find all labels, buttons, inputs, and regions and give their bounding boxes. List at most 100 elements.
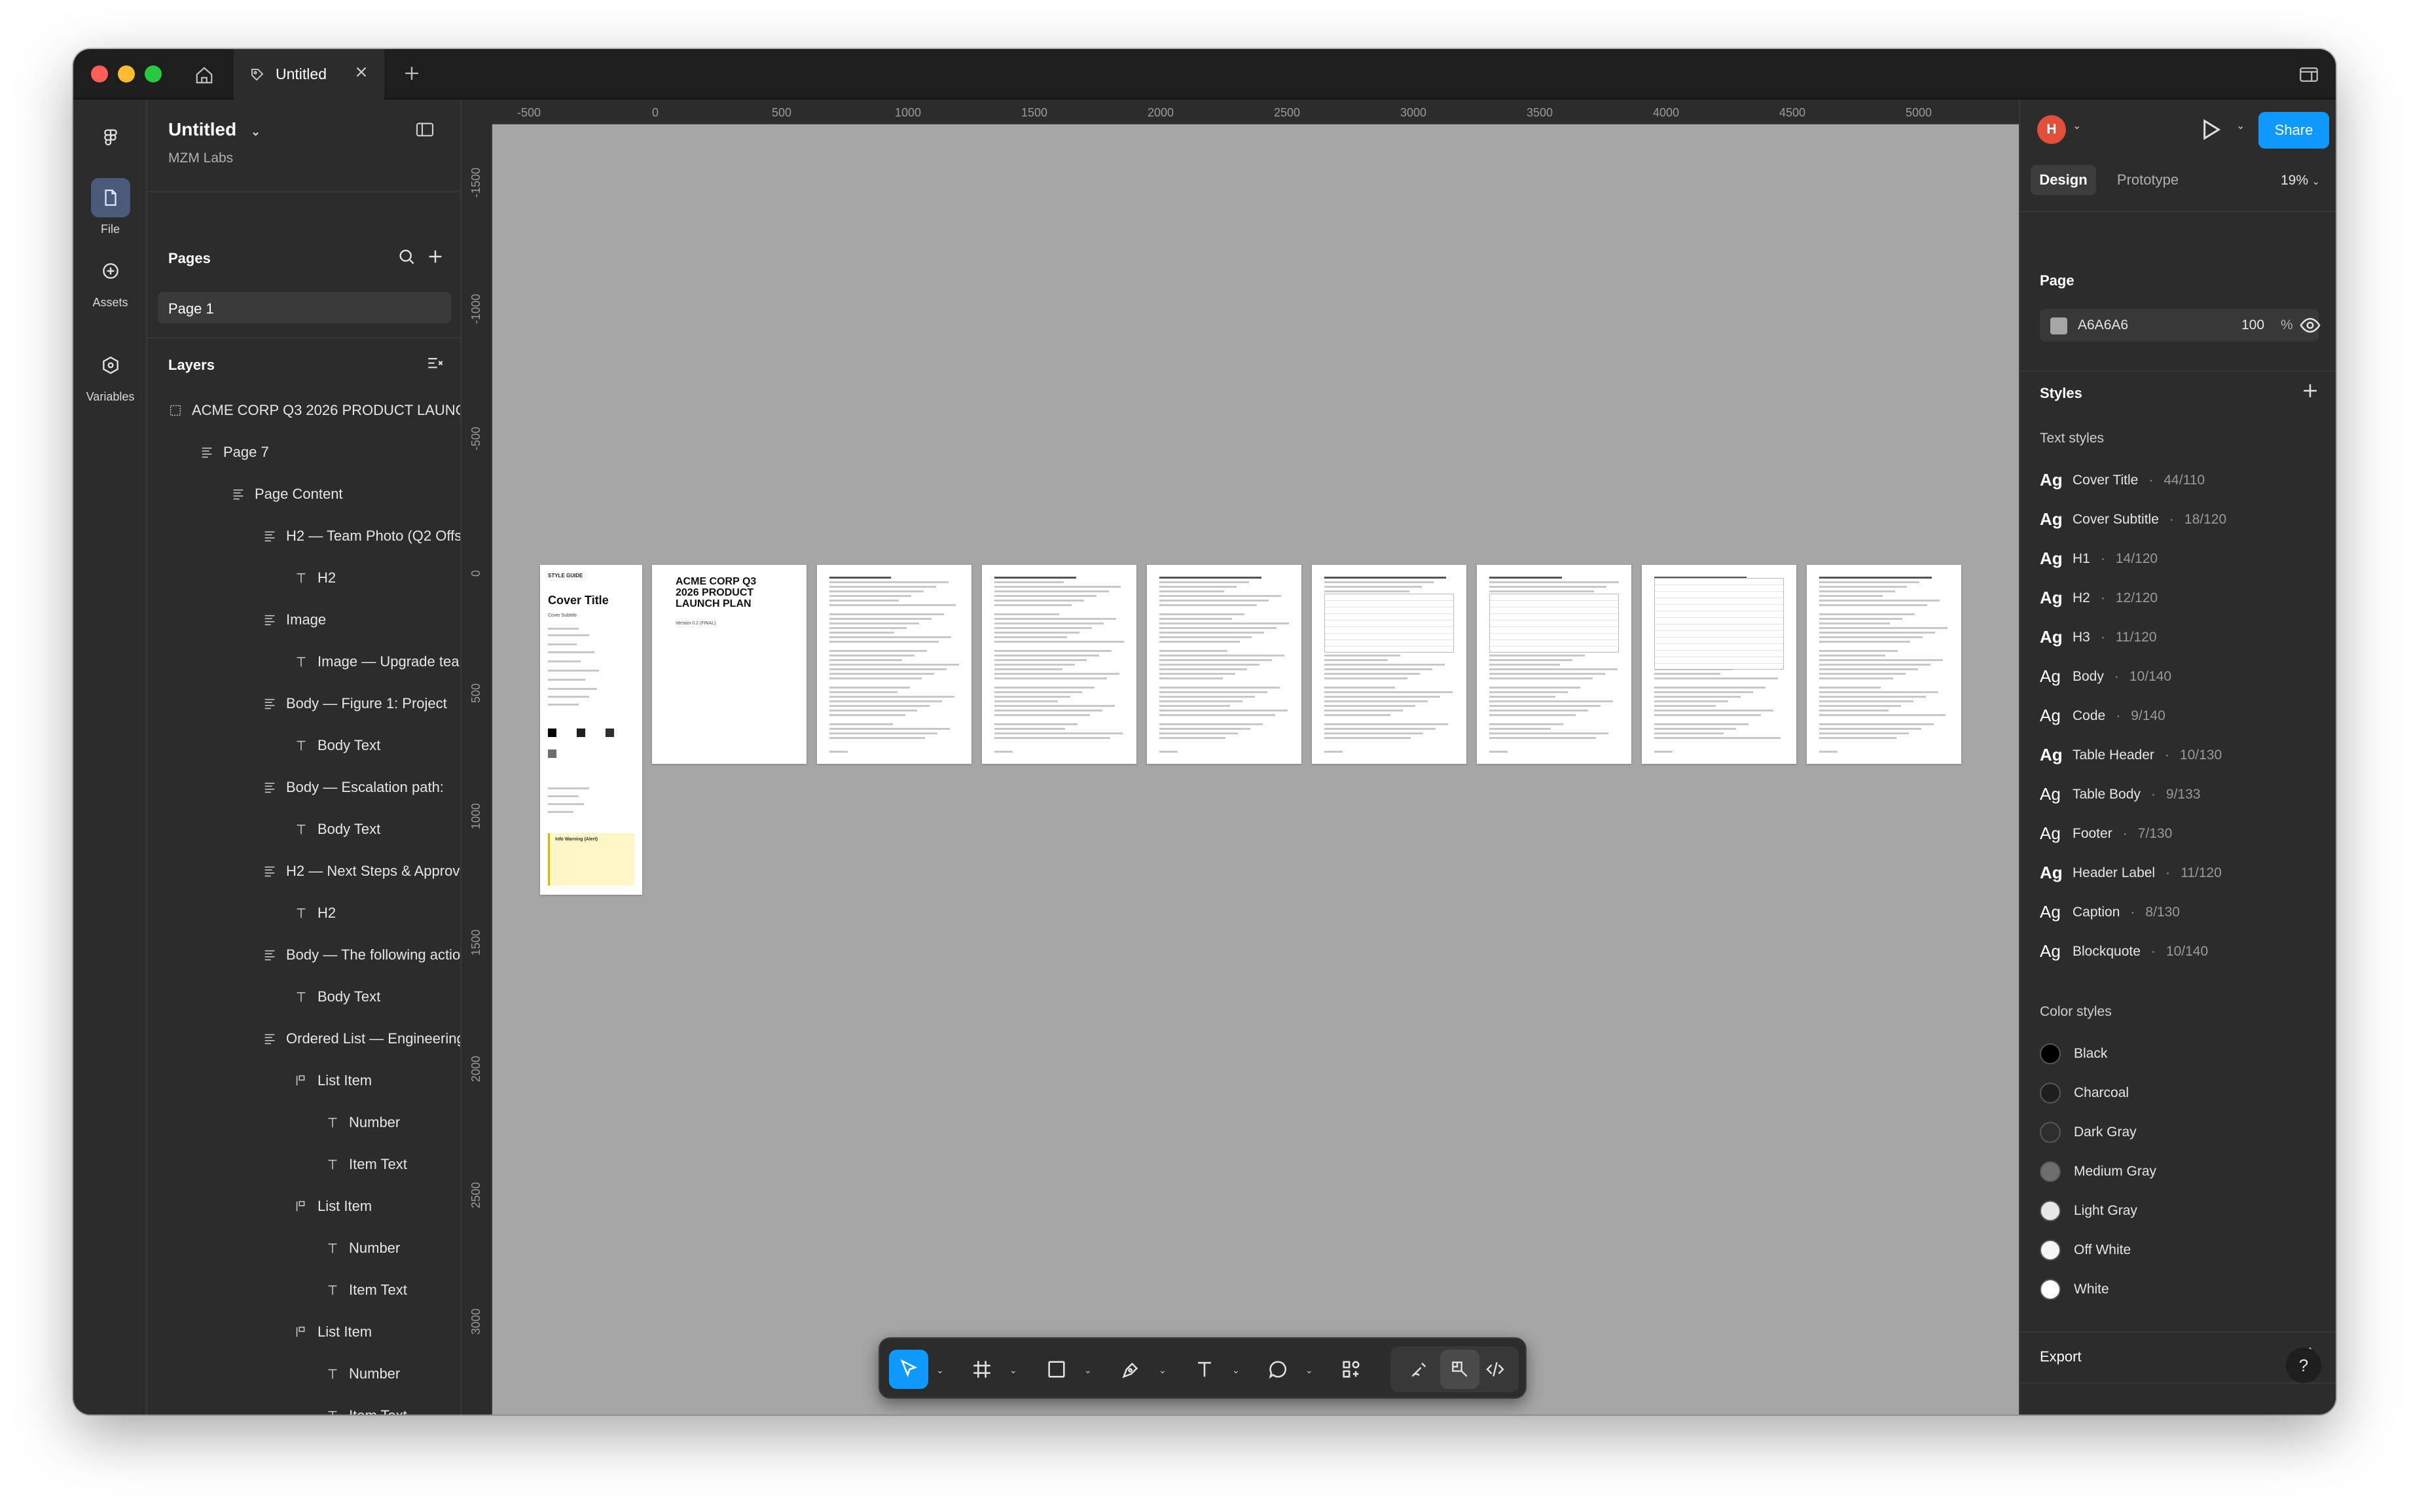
page-color-field[interactable]: A6A6A6 100 %: [2040, 309, 2319, 342]
dev-mode-icon[interactable]: [1476, 1350, 1515, 1389]
layer-row[interactable]: Ordered List — Engineering: [263, 1018, 460, 1060]
comment-tool-icon[interactable]: [1258, 1350, 1297, 1389]
chevron-down-icon[interactable]: ⌄: [251, 125, 261, 138]
layer-row[interactable]: Number: [325, 1102, 400, 1143]
layer-row[interactable]: Image — Upgrade team: [294, 641, 460, 683]
layer-row[interactable]: Number: [325, 1353, 400, 1395]
text-style-item[interactable]: Ag H2 · 12/120: [2040, 588, 2158, 608]
avatar[interactable]: H: [2037, 115, 2066, 144]
maximize-window-button[interactable]: [145, 65, 162, 82]
color-style-item[interactable]: Light Gray: [2040, 1200, 2137, 1221]
chevron-down-icon[interactable]: ⌄: [1009, 1365, 1017, 1376]
color-style-item[interactable]: Medium Gray: [2040, 1161, 2156, 1182]
canvas-frame-page[interactable]: [1807, 565, 1961, 764]
canvas-frame-title-page[interactable]: ACME CORP Q3 2026 PRODUCT LAUNCH PLAN Ve…: [652, 565, 806, 764]
canvas-frame-page[interactable]: [817, 565, 971, 764]
share-button[interactable]: Share: [2258, 112, 2329, 149]
color-style-item[interactable]: White: [2040, 1279, 2109, 1300]
tab-prototype[interactable]: Prototype: [2105, 165, 2190, 195]
rail-file[interactable]: File: [73, 178, 147, 236]
canvas-frame-page[interactable]: [1147, 565, 1301, 764]
chevron-down-icon[interactable]: ⌄: [1305, 1365, 1313, 1376]
zoom-level[interactable]: 19% ⌄: [2281, 173, 2320, 189]
text-style-item[interactable]: Ag Footer · 7/130: [2040, 823, 2172, 844]
pen-tool-icon[interactable]: [1112, 1350, 1151, 1389]
add-page-icon[interactable]: [425, 246, 446, 270]
layer-row[interactable]: Body Text: [294, 808, 380, 850]
move-tool-icon[interactable]: [889, 1350, 928, 1389]
layer-row[interactable]: Body Text: [294, 725, 380, 766]
page-item-page-1[interactable]: Page 1: [158, 292, 451, 323]
layer-row[interactable]: List Item: [294, 1060, 372, 1102]
close-tab-icon[interactable]: [353, 63, 370, 84]
layer-row[interactable]: H2 — Team Photo (Q2 Offsite): [263, 515, 460, 557]
canvas-frame-page[interactable]: [1477, 565, 1631, 764]
text-style-item[interactable]: Ag Blockquote · 10/140: [2040, 941, 2208, 962]
minimize-window-button[interactable]: [118, 65, 135, 82]
collapse-layers-icon[interactable]: [425, 353, 446, 378]
rectangle-tool-icon[interactable]: [1037, 1350, 1076, 1389]
text-style-item[interactable]: Ag H1 · 14/120: [2040, 549, 2158, 569]
canvas[interactable]: STYLE GUIDE Cover Title Cover Subtitle I…: [492, 124, 2019, 1414]
chevron-down-icon[interactable]: ⌄: [1159, 1365, 1167, 1376]
chevron-down-icon[interactable]: ⌄: [2073, 119, 2081, 132]
window-layout-icon[interactable]: [2298, 63, 2320, 89]
search-pages-icon[interactable]: [396, 246, 417, 270]
draw-mode-icon[interactable]: [1400, 1350, 1439, 1389]
page-color-swatch[interactable]: [2050, 317, 2067, 334]
color-style-item[interactable]: Black: [2040, 1043, 2107, 1064]
layer-row[interactable]: Item Text: [325, 1143, 407, 1185]
page-opacity-value[interactable]: 100: [2241, 317, 2264, 333]
text-style-item[interactable]: Ag Body · 10/140: [2040, 666, 2171, 687]
text-style-item[interactable]: Ag Table Body · 9/133: [2040, 784, 2200, 804]
canvas-frame-page[interactable]: [1642, 565, 1796, 764]
layer-row[interactable]: Body — Figure 1: Project: [263, 683, 447, 725]
panel-toggle-icon[interactable]: [414, 119, 435, 143]
rail-assets[interactable]: Assets: [73, 251, 147, 310]
canvas-frame-page[interactable]: [982, 565, 1136, 764]
layer-row[interactable]: H2: [294, 892, 336, 934]
layer-row[interactable]: Body Text: [294, 976, 380, 1018]
layer-row[interactable]: Item Text: [325, 1269, 407, 1311]
layer-row[interactable]: Page Content: [231, 473, 343, 515]
rail-variables[interactable]: Variables: [73, 346, 147, 404]
layer-row[interactable]: Number: [325, 1227, 400, 1269]
text-style-item[interactable]: Ag Cover Subtitle · 18/120: [2040, 509, 2226, 530]
text-style-item[interactable]: Ag Code · 9/140: [2040, 706, 2165, 726]
visibility-eye-icon[interactable]: [2299, 314, 2321, 340]
text-style-item[interactable]: Ag Header Label · 11/120: [2040, 863, 2222, 883]
chevron-down-icon[interactable]: ⌄: [936, 1365, 944, 1376]
design-mode-icon[interactable]: [1440, 1350, 1479, 1389]
layer-row[interactable]: List Item: [294, 1185, 372, 1227]
color-style-item[interactable]: Off White: [2040, 1240, 2131, 1261]
canvas-frame-style-guide[interactable]: STYLE GUIDE Cover Title Cover Subtitle I…: [540, 565, 642, 895]
layer-row[interactable]: ACME CORP Q3 2026 PRODUCT LAUNCH PLAN: [168, 389, 460, 431]
home-icon[interactable]: [190, 61, 219, 90]
chevron-down-icon[interactable]: ⌄: [1232, 1365, 1240, 1376]
layer-row[interactable]: Body — Escalation path:: [263, 766, 444, 808]
main-menu-button[interactable]: [73, 118, 147, 162]
layer-row[interactable]: H2 — Next Steps & Approvals: [263, 850, 460, 892]
layer-row[interactable]: Item Text: [325, 1395, 407, 1414]
layer-row[interactable]: List Item: [294, 1311, 372, 1353]
layer-row[interactable]: Image: [263, 599, 326, 641]
new-tab-icon[interactable]: [401, 62, 423, 88]
color-style-item[interactable]: Charcoal: [2040, 1083, 2129, 1104]
text-tool-icon[interactable]: [1185, 1350, 1224, 1389]
help-button[interactable]: ?: [2286, 1348, 2321, 1383]
present-icon[interactable]: [2197, 117, 2223, 146]
text-style-item[interactable]: Ag Table Header · 10/130: [2040, 745, 2222, 765]
page-color-value[interactable]: A6A6A6: [2078, 317, 2128, 333]
chevron-down-icon[interactable]: ⌄: [2236, 119, 2245, 132]
file-name[interactable]: Untitled ⌄: [168, 119, 261, 140]
canvas-frame-page[interactable]: [1312, 565, 1466, 764]
layer-row[interactable]: Body — The following actions: [263, 934, 460, 976]
frame-tool-icon[interactable]: [962, 1350, 1002, 1389]
color-style-item[interactable]: Dark Gray: [2040, 1122, 2137, 1143]
layer-row[interactable]: H2: [294, 557, 336, 599]
text-style-item[interactable]: Ag Caption · 8/130: [2040, 902, 2180, 922]
layer-row[interactable]: Page 7: [200, 431, 269, 473]
actions-tool-icon[interactable]: [1331, 1350, 1371, 1389]
file-tab[interactable]: Untitled: [234, 49, 384, 99]
text-style-item[interactable]: Ag Cover Title · 44/110: [2040, 470, 2205, 490]
